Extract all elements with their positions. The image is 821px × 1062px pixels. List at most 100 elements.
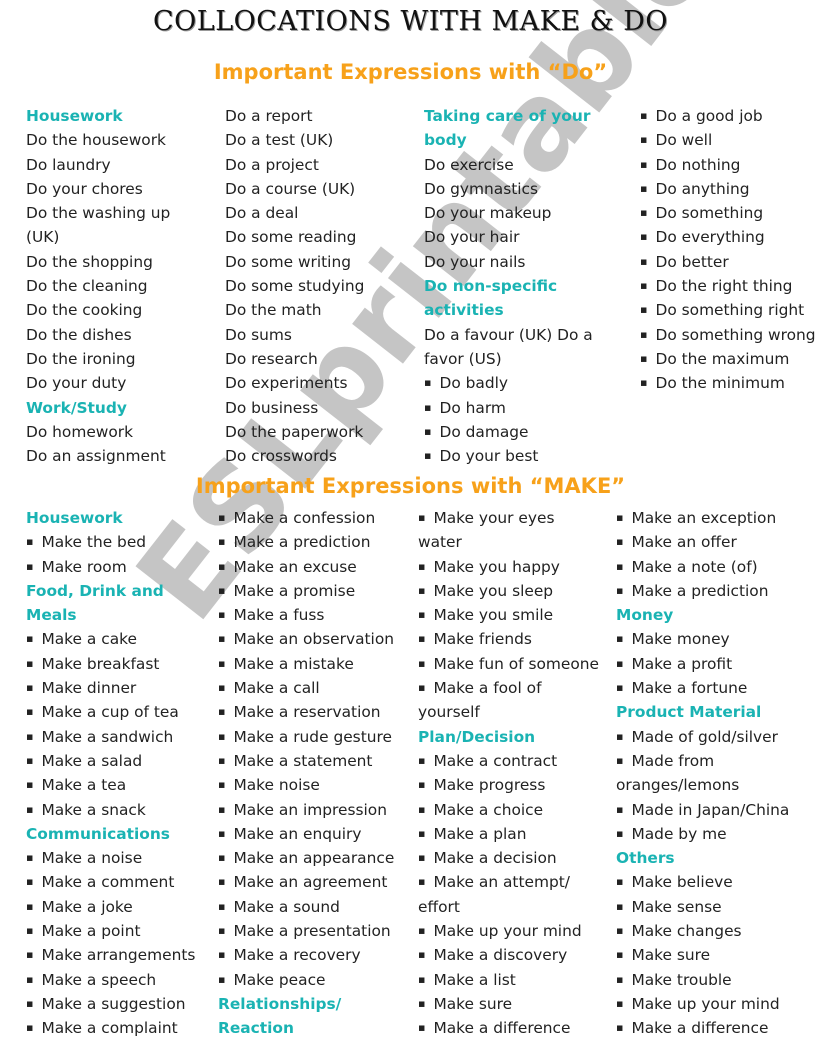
category-heading: body xyxy=(424,131,467,150)
list-item: Make a fool of xyxy=(418,676,599,700)
list-item: Make a noise xyxy=(26,846,195,870)
list-item: Make the bed xyxy=(26,530,195,554)
do-column-4: Do a good jobDo wellDo nothingDo anythin… xyxy=(640,104,816,396)
list-item: Do your nails xyxy=(424,252,526,271)
list-item: Do crosswords xyxy=(225,447,337,466)
list-item: Make a contract xyxy=(418,749,599,773)
list-item: Made from xyxy=(616,749,789,773)
category-heading: Reaction xyxy=(218,1019,294,1038)
list-item: Do the cooking xyxy=(26,301,143,320)
make-column-4: Make an exceptionMake an offerMake a not… xyxy=(616,506,789,1041)
list-item: Make changes xyxy=(616,919,789,943)
list-item: Do some studying xyxy=(225,277,365,296)
list-item: Make a reservation xyxy=(218,700,394,724)
list-item: Make a plan xyxy=(418,822,599,846)
list-item: Make a difference xyxy=(418,1016,599,1040)
list-item: Make a mistake xyxy=(218,652,394,676)
list-item: Make you happy xyxy=(418,555,599,579)
list-item: Do a favour (UK) Do a xyxy=(424,325,593,344)
list-item: Make a suggestion xyxy=(26,992,195,1016)
list-item: Make an impression xyxy=(218,798,394,822)
list-item: water xyxy=(418,533,462,552)
list-item: Make an offer xyxy=(616,530,789,554)
list-item: Do a course (UK) xyxy=(225,179,356,198)
list-item: Make dinner xyxy=(26,676,195,700)
list-item: Made by me xyxy=(616,822,789,846)
list-item: Do some writing xyxy=(225,252,351,271)
list-item: Make a sandwich xyxy=(26,725,195,749)
list-item: Make a complaint xyxy=(26,1016,195,1040)
list-item: yourself xyxy=(418,703,480,722)
list-item: Make progress xyxy=(418,773,599,797)
list-item: Make an exception xyxy=(616,506,789,530)
list-item: Make your eyes xyxy=(418,506,599,530)
list-item: Do the ironing xyxy=(26,349,136,368)
do-column-3: Taking care of your body Do exercise Do gym… xyxy=(424,104,593,468)
list-item: oranges/lemons xyxy=(616,776,740,795)
list-item: Do something xyxy=(640,201,816,225)
list-item: Do sums xyxy=(225,325,292,344)
list-item: Make a cake xyxy=(26,627,195,651)
list-item: Make sure xyxy=(616,943,789,967)
category-heading: Others xyxy=(616,849,675,868)
list-item: Do harm xyxy=(424,396,593,420)
list-item: Make a fortune xyxy=(616,676,789,700)
list-item: Make an attempt/ xyxy=(418,870,599,894)
list-item: Make a presentation xyxy=(218,919,394,943)
list-item: Make a comment xyxy=(26,870,195,894)
list-item: Made of gold/silver xyxy=(616,725,789,749)
list-item: Do laundry xyxy=(26,155,111,174)
category-heading: Do non-specific xyxy=(424,277,558,296)
list-item: Make you sleep xyxy=(418,579,599,603)
list-item: Do something right xyxy=(640,298,816,322)
list-item: Make an observation xyxy=(218,627,394,651)
list-item: Make a decision xyxy=(418,846,599,870)
category-heading: activities xyxy=(424,301,504,320)
list-item: Make peace xyxy=(218,968,394,992)
list-item: Make a speech xyxy=(26,968,195,992)
list-item: effort xyxy=(418,897,460,916)
list-item: Do well xyxy=(640,128,816,152)
list-item: Do your best xyxy=(424,444,593,468)
list-item: Make arrangements xyxy=(26,943,195,967)
list-item: Make a recovery xyxy=(218,943,394,967)
list-item: Make a salad xyxy=(26,749,195,773)
make-column-1: Housework Make the bedMake room Food, Drin… xyxy=(26,506,195,1041)
list-item: Make breakfast xyxy=(26,652,195,676)
do-section-heading: Important Expressions with “Do” xyxy=(213,60,608,84)
list-item: Do some reading xyxy=(225,228,357,247)
category-heading: Work/Study xyxy=(26,398,127,417)
list-item: Make a discovery xyxy=(418,943,599,967)
do-column-1: Housework Do the housework Do laundry Do yo… xyxy=(26,104,170,468)
list-item: Do something wrong xyxy=(640,323,815,347)
list-item: Do a good job xyxy=(640,104,816,128)
list-item: favor (US) xyxy=(424,349,502,368)
list-item: Make a call xyxy=(218,676,394,700)
list-item: Make a promise xyxy=(218,579,394,603)
list-item: Do the maximum xyxy=(640,347,816,371)
list-item: Make you smile xyxy=(418,603,599,627)
list-item: Do the right thing xyxy=(640,274,816,298)
list-item: Do the housework xyxy=(26,131,166,150)
list-item: Made in Japan/China xyxy=(616,798,789,822)
list-item: Make a prediction xyxy=(616,579,789,603)
category-heading: Product Material xyxy=(616,703,762,722)
category-heading: Housework xyxy=(26,509,123,527)
list-item: Do a deal xyxy=(225,204,299,223)
list-item: Make a rude gesture xyxy=(218,725,394,749)
list-item: Do your hair xyxy=(424,228,520,247)
list-item: Do homework xyxy=(26,422,134,441)
category-heading: Communications xyxy=(26,824,170,843)
list-item: Make sure xyxy=(418,992,599,1016)
list-item: Do badly xyxy=(424,371,593,395)
list-item: Do experiments xyxy=(225,374,348,393)
list-item: Make a list xyxy=(418,968,599,992)
category-heading: Meals xyxy=(26,606,77,625)
list-item: Make a confession xyxy=(218,506,394,530)
list-item: Do business xyxy=(225,398,319,417)
category-heading: Money xyxy=(616,606,674,625)
category-heading: Food, Drink and xyxy=(26,581,164,600)
list-item: Make up your mind xyxy=(616,992,789,1016)
list-item: Make room xyxy=(26,555,195,579)
category-heading: Taking care of your xyxy=(424,107,591,125)
